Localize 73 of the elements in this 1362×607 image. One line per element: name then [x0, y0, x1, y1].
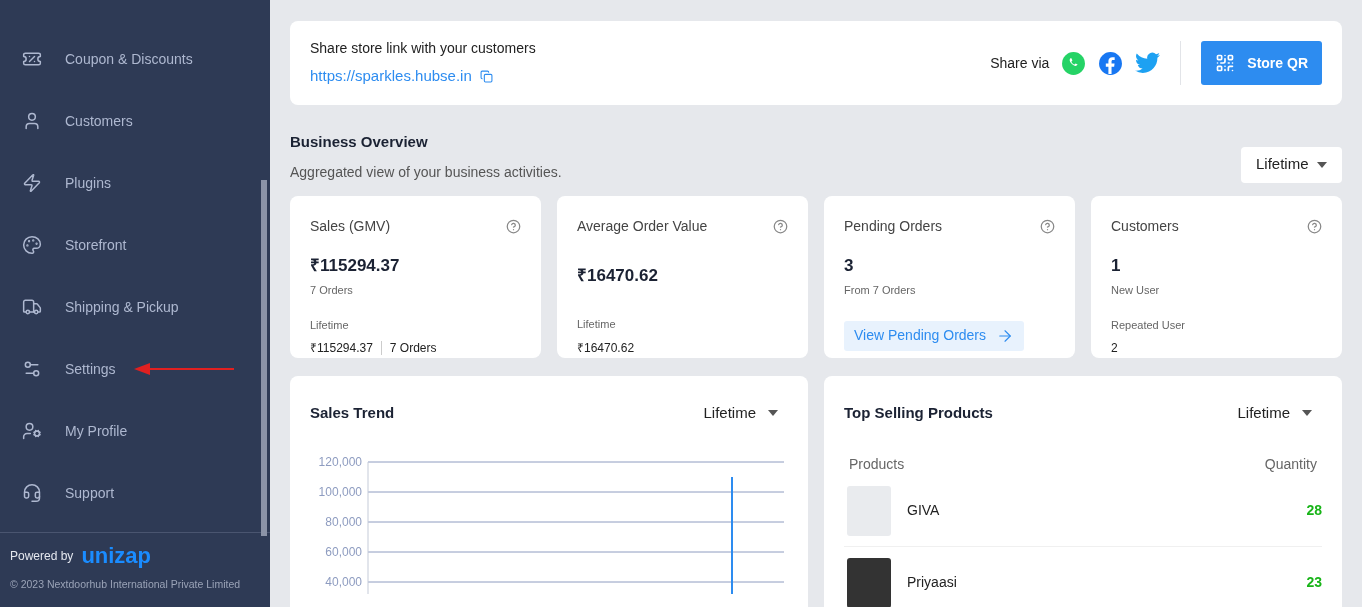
- section-title: Business Overview: [290, 132, 429, 152]
- card-value: 3: [844, 254, 855, 277]
- card-footer-value: 2: [1111, 340, 1118, 357]
- view-pending-orders-button[interactable]: View Pending Orders: [844, 320, 1025, 351]
- chat-bubble-icon[interactable]: [1061, 50, 1087, 76]
- period-select[interactable]: Lifetime: [1241, 146, 1342, 183]
- copyright-text: © 2023 Nextdoorhub International Private Limited: [10, 577, 242, 593]
- help-icon[interactable]: [773, 218, 788, 234]
- card-footer-value: 7 Orders: [389, 340, 437, 357]
- product-name: Priyaasi: [907, 573, 957, 592]
- brand-logo: unizap: [81, 545, 152, 568]
- card-footer-label: Lifetime: [310, 317, 350, 333]
- sidebar-item[interactable]: Plugins: [22, 172, 111, 194]
- user-icon: [22, 111, 42, 131]
- sidebar-item[interactable]: Settings: [22, 358, 116, 380]
- card-title: Sales (GMV): [310, 216, 391, 236]
- card-footer-value: ₹115294.37: [310, 340, 373, 357]
- user-gear-icon: [22, 421, 42, 441]
- card-title: Average Order Value: [577, 216, 708, 236]
- card-heading: Top Selling Products: [844, 402, 993, 423]
- store-link[interactable]: https://sparkles.hubse.in: [310, 65, 472, 88]
- help-icon[interactable]: [1040, 218, 1055, 234]
- sidebar-item[interactable]: Shipping & Pickup: [22, 296, 179, 318]
- qr-code-icon: [1215, 53, 1236, 73]
- settings-icon: [22, 359, 42, 379]
- card-value: ₹16470.62: [577, 264, 659, 287]
- ticket-icon: [22, 49, 42, 69]
- section-subtitle: Aggregated view of your business activities.: [290, 162, 562, 182]
- store-qr-button[interactable]: Store QR: [1201, 41, 1322, 85]
- caret-icon: [1302, 409, 1312, 416]
- column-header: Quantity: [1264, 455, 1317, 474]
- card-subtext: 7 Orders: [310, 283, 354, 298]
- truck-icon: [22, 297, 42, 317]
- period-dropdown[interactable]: Lifetime: [1237, 401, 1312, 424]
- palette-icon: [22, 235, 42, 255]
- share-via-label: Share via: [990, 53, 1050, 73]
- axis-tick-label: 60,000: [325, 545, 362, 559]
- card-value: 1: [1111, 254, 1122, 277]
- product-name: GIVA: [907, 501, 940, 520]
- axis-tick-label: 40,000: [325, 575, 362, 589]
- sidebar-item[interactable]: Customers: [22, 110, 133, 132]
- card-footer-label: Lifetime: [577, 317, 617, 332]
- card-footer-label: Repeated User: [1111, 317, 1186, 333]
- card-title: Pending Orders: [844, 216, 943, 236]
- card-footer-value: ₹16470.62: [577, 339, 635, 357]
- product-quantity: 23: [1306, 573, 1322, 592]
- share-title: Share store link with your customers: [310, 39, 536, 59]
- powered-by-label: Powered by: [10, 548, 74, 566]
- headset-icon: [22, 483, 42, 503]
- sidebar-item[interactable]: Coupon & Discounts: [22, 48, 193, 70]
- card-title: Customers: [1111, 216, 1179, 236]
- lightning-icon: [22, 173, 42, 193]
- facebook-icon[interactable]: [1098, 50, 1124, 76]
- axis-tick-label: 100,000: [318, 485, 362, 499]
- card-value: ₹115294.37: [310, 254, 401, 277]
- product-quantity: 28: [1306, 501, 1322, 520]
- period-dropdown[interactable]: Lifetime: [703, 401, 778, 424]
- sidebar-item[interactable]: Storefront: [22, 234, 127, 256]
- help-icon[interactable]: [506, 218, 521, 234]
- sidebar-item[interactable]: Support: [22, 482, 115, 504]
- card-heading: Sales Trend: [310, 402, 395, 423]
- card-subtext: New User: [1111, 283, 1161, 298]
- card-subtext: From 7 Orders: [844, 283, 917, 298]
- column-header: Products: [849, 455, 905, 474]
- caret-icon: [768, 409, 778, 416]
- product-photo-placeholder: [847, 557, 891, 607]
- copy-icon[interactable]: [479, 70, 493, 83]
- sidebar-item[interactable]: My Profile: [22, 420, 128, 442]
- axis-tick-label: 80,000: [325, 515, 362, 529]
- caret-icon: [1317, 161, 1327, 168]
- bird-icon[interactable]: [1135, 52, 1161, 74]
- help-icon[interactable]: [1307, 218, 1322, 234]
- axis-tick-label: 120,000: [318, 455, 362, 469]
